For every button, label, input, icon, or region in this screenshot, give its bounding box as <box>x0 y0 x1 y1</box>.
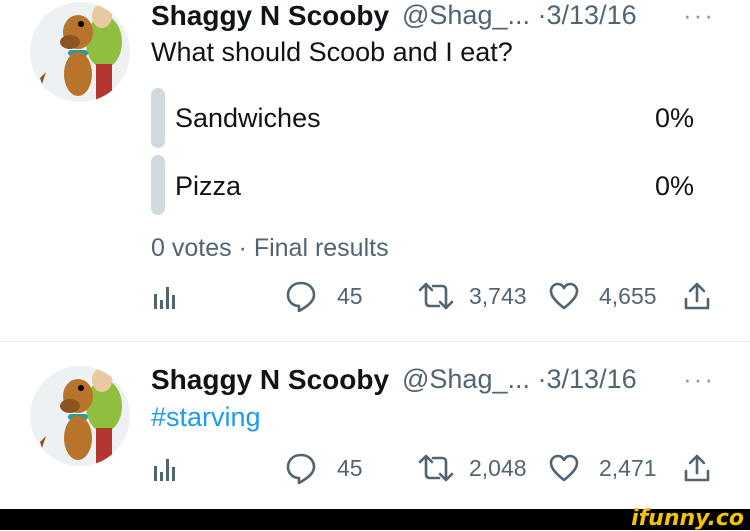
retweet-count: 3,743 <box>469 282 527 309</box>
tweet-meta: @Shag_... ·3/13/16 <box>402 0 637 31</box>
poll-option-percent: 0% <box>654 103 694 133</box>
poll-summary: 0 votes · Final results <box>151 234 389 262</box>
date-separator: · <box>537 0 547 30</box>
poll-bar <box>151 155 165 215</box>
handle[interactable]: @Shag_... <box>402 0 530 30</box>
more-options-icon[interactable]: ··· <box>683 364 715 395</box>
more-options-icon[interactable]: ··· <box>683 0 715 31</box>
like-count: 2,471 <box>599 454 657 481</box>
share-icon <box>684 282 710 310</box>
reply-count: 45 <box>337 454 363 481</box>
like-button[interactable]: 4,655 <box>549 282 657 310</box>
display-name[interactable]: Shaggy N Scooby <box>151 0 389 32</box>
retweet-icon <box>418 454 454 482</box>
handle[interactable]: @Shag_... <box>402 364 530 394</box>
poll-option-label: Pizza <box>175 171 242 201</box>
share-icon <box>684 454 710 482</box>
retweet-icon <box>418 282 454 310</box>
share-button[interactable] <box>683 453 711 483</box>
retweet-count: 2,048 <box>469 454 527 481</box>
avatar[interactable] <box>30 366 130 466</box>
retweet-button[interactable]: 2,048 <box>417 454 527 482</box>
analytics-button[interactable] <box>153 283 175 309</box>
heart-icon <box>549 454 579 482</box>
reply-button[interactable]: 45 <box>285 280 363 312</box>
analytics-icon <box>154 459 175 481</box>
reply-icon <box>286 453 316 484</box>
date-separator: · <box>537 364 547 394</box>
scooby-shaggy-avatar-image <box>30 366 130 466</box>
avatar[interactable] <box>30 2 130 102</box>
heart-icon <box>549 282 579 310</box>
hashtag-link[interactable]: #starving <box>151 402 261 433</box>
tweet-meta: @Shag_... ·3/13/16 <box>402 364 637 395</box>
analytics-button[interactable] <box>153 455 175 481</box>
tweet-date[interactable]: 3/13/16 <box>547 364 637 394</box>
like-button[interactable]: 2,471 <box>549 454 657 482</box>
reply-icon <box>286 281 316 312</box>
poll-option-label: Sandwiches <box>175 103 321 133</box>
reply-button[interactable]: 45 <box>285 452 363 484</box>
analytics-icon <box>154 287 175 309</box>
ifunny-watermark: ifunny.co <box>631 506 744 531</box>
share-button[interactable] <box>683 281 711 311</box>
like-count: 4,655 <box>599 282 657 309</box>
tweet-divider <box>0 341 750 342</box>
scooby-shaggy-avatar-image <box>30 2 130 102</box>
tweet-date[interactable]: 3/13/16 <box>547 0 637 30</box>
retweet-button[interactable]: 3,743 <box>417 282 527 310</box>
reply-count: 45 <box>337 282 363 309</box>
poll-option-percent: 0% <box>654 171 694 201</box>
display-name[interactable]: Shaggy N Scooby <box>151 364 389 396</box>
poll-bar <box>151 88 165 148</box>
tweet-text: What should Scoob and I eat? <box>151 37 513 67</box>
